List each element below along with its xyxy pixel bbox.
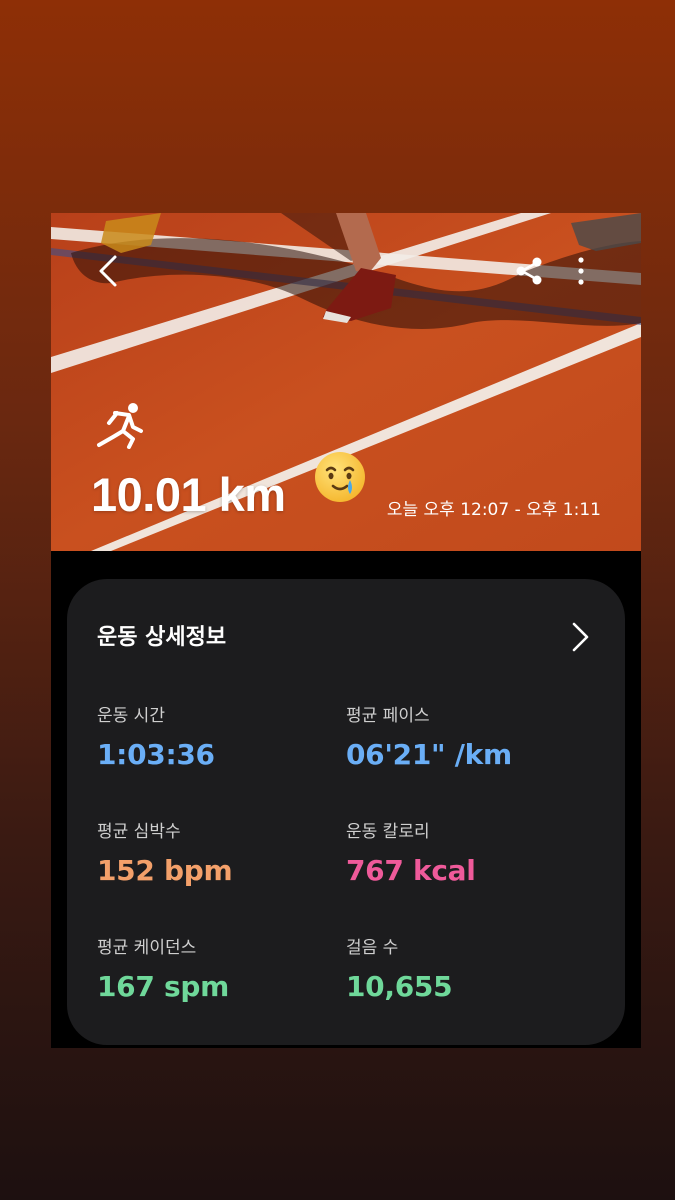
- share-icon[interactable]: [513, 255, 545, 287]
- metric-calories: 운동 칼로리 767 kcal: [346, 817, 586, 887]
- metric-label: 걸음 수: [346, 938, 399, 958]
- metric-label: 운동 칼로리: [346, 822, 430, 842]
- workout-time-range: 오늘 오후 12:07 - 오후 1:11: [386, 500, 601, 520]
- metric-label: 평균 케이던스: [97, 938, 197, 958]
- metric-label: 평균 페이스: [346, 706, 430, 726]
- hero-image: 10.01 km 오늘 오후 12:07 - 오후 1:11: [51, 213, 641, 551]
- workout-card: 10.01 km 오늘 오후 12:07 - 오후 1:11 운동 상세정보 운…: [51, 213, 641, 1048]
- metric-value: 1:03:36: [97, 738, 215, 771]
- metric-value: 167 spm: [97, 970, 229, 1003]
- running-icon: [97, 403, 143, 449]
- metric-steps: 걸음 수 10,655: [346, 933, 586, 1003]
- metric-average-pace: 평균 페이스 06'21" /km: [346, 701, 586, 771]
- metric-value: 10,655: [346, 970, 453, 1003]
- details-title: 운동 상세정보: [97, 625, 227, 650]
- metric-label: 평균 심박수: [97, 822, 181, 842]
- metric-value: 06'21" /km: [346, 738, 512, 771]
- more-vertical-icon[interactable]: [571, 255, 591, 287]
- metric-value: 152 bpm: [97, 854, 233, 887]
- smiling-face-with-tear-icon: [315, 452, 365, 502]
- metric-value: 767 kcal: [346, 854, 476, 887]
- workout-details-card[interactable]: 운동 상세정보 운동 시간 1:03:36 평균 페이스 06'21" /km …: [67, 579, 625, 1045]
- metric-average-heart-rate: 평균 심박수 152 bpm: [97, 817, 337, 887]
- chevron-right-icon[interactable]: [569, 621, 591, 653]
- distance-value: 10.01 km: [91, 468, 286, 521]
- metric-label: 운동 시간: [97, 706, 165, 726]
- metric-workout-time: 운동 시간 1:03:36: [97, 701, 337, 771]
- metric-average-cadence: 평균 케이던스 167 spm: [97, 933, 337, 1003]
- back-icon[interactable]: [93, 253, 123, 289]
